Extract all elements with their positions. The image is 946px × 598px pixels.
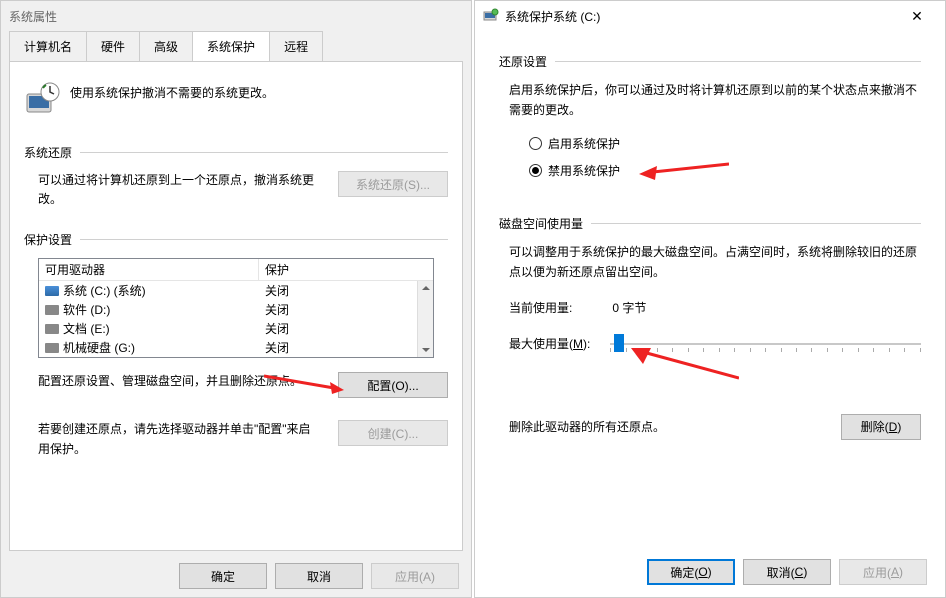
dialog-body: 还原设置 启用系统保护后，你可以通过及时将计算机还原到以前的某个状态点来撤消不需… [475,31,945,450]
drive-icon [45,286,59,296]
dialog-title: 系统属性 [9,8,57,25]
create-button[interactable]: 创建(C)... [338,420,448,446]
table-row[interactable]: 机械硬盘 (G:) 关闭 [39,338,433,357]
titlebar: 系统保护系统 (C:) ✕ [475,1,945,31]
shield-clock-icon [24,80,60,116]
scrollbar[interactable] [417,281,433,357]
radio-disable-protection[interactable]: 禁用系统保护 [529,162,921,179]
header-protection[interactable]: 保护 [259,261,433,278]
drive-icon [45,343,59,353]
configure-button[interactable]: 配置(O)... [338,372,448,398]
tab-hardware[interactable]: 硬件 [86,31,140,61]
tabs: 计算机名 硬件 高级 系统保护 远程 [1,31,471,61]
tab-advanced[interactable]: 高级 [139,31,193,61]
create-description: 若要创建还原点，请先选择驱动器并单击"配置"来启用保护。 [38,420,326,458]
ok-button[interactable]: 确定(O) [647,559,735,585]
section-disk-usage: 磁盘空间使用量 [499,215,921,232]
delete-description: 删除此驱动器的所有还原点。 [509,418,665,435]
radio-icon [529,137,542,150]
table-row[interactable]: 文档 (E:) 关闭 [39,319,433,338]
apply-button[interactable]: 应用(A) [839,559,927,585]
table-row[interactable]: 软件 (D:) 关闭 [39,300,433,319]
drive-table: 可用驱动器 保护 系统 (C:) (系统) 关闭 软件 (D:) 关闭 文档 (… [38,258,434,358]
cancel-button[interactable]: 取消(C) [743,559,831,585]
titlebar: 系统属性 [1,1,471,31]
radio-enable-protection[interactable]: 启用系统保护 [529,135,921,152]
drive-icon [45,305,59,315]
restore-settings-intro: 启用系统保护后，你可以通过及时将计算机还原到以前的某个状态点来撤消不需要的更改。 [499,80,921,121]
section-restore-settings: 还原设置 [499,53,921,70]
configure-description: 配置还原设置、管理磁盘空间，并且删除还原点。 [38,372,326,398]
section-system-restore: 系统还原 [24,144,448,161]
tab-remote[interactable]: 远程 [269,31,323,61]
drive-shield-icon [483,7,499,26]
section-protection-settings: 保护设置 [24,231,448,248]
arrow-annotation-icon [639,160,729,182]
max-usage-slider[interactable] [610,332,921,356]
disk-usage-intro: 可以调整用于系统保护的最大磁盘空间。占满空间时，系统将删除较旧的还原点以便为新还… [499,242,921,283]
system-properties-dialog: 系统属性 计算机名 硬件 高级 系统保护 远程 使用系统保护撤消不需要的系统更改… [0,0,472,598]
drive-table-header: 可用驱动器 保护 [39,259,433,281]
drive-icon [45,324,59,334]
apply-button[interactable]: 应用(A) [371,563,459,589]
ok-button[interactable]: 确定 [179,563,267,589]
max-usage-label: 最大使用量(M): [509,335,590,352]
slider-thumb[interactable] [614,334,624,352]
radio-icon [529,164,542,177]
header-drives[interactable]: 可用驱动器 [39,259,259,280]
table-row[interactable]: 系统 (C:) (系统) 关闭 [39,281,433,300]
intro-text: 使用系统保护撤消不需要的系统更改。 [70,80,274,101]
current-usage-label: 当前使用量: [509,299,572,316]
current-usage-value: 0 字节 [612,299,646,316]
restore-description: 可以通过将计算机还原到上一个还原点，撤消系统更改。 [38,171,326,209]
delete-button[interactable]: 删除(D) [841,414,921,440]
tab-computer-name[interactable]: 计算机名 [9,31,87,61]
system-protection-drive-dialog: 系统保护系统 (C:) ✕ 还原设置 启用系统保护后，你可以通过及时将计算机还原… [474,0,946,598]
radio-group: 启用系统保护 禁用系统保护 [499,135,921,179]
close-button[interactable]: ✕ [897,2,937,30]
cancel-button[interactable]: 取消 [275,563,363,589]
system-restore-button[interactable]: 系统还原(S)... [338,171,448,197]
dialog-title: 系统保护系统 (C:) [505,8,600,25]
tab-content: 使用系统保护撤消不需要的系统更改。 系统还原 可以通过将计算机还原到上一个还原点… [9,61,463,551]
tab-system-protection[interactable]: 系统保护 [192,31,270,61]
